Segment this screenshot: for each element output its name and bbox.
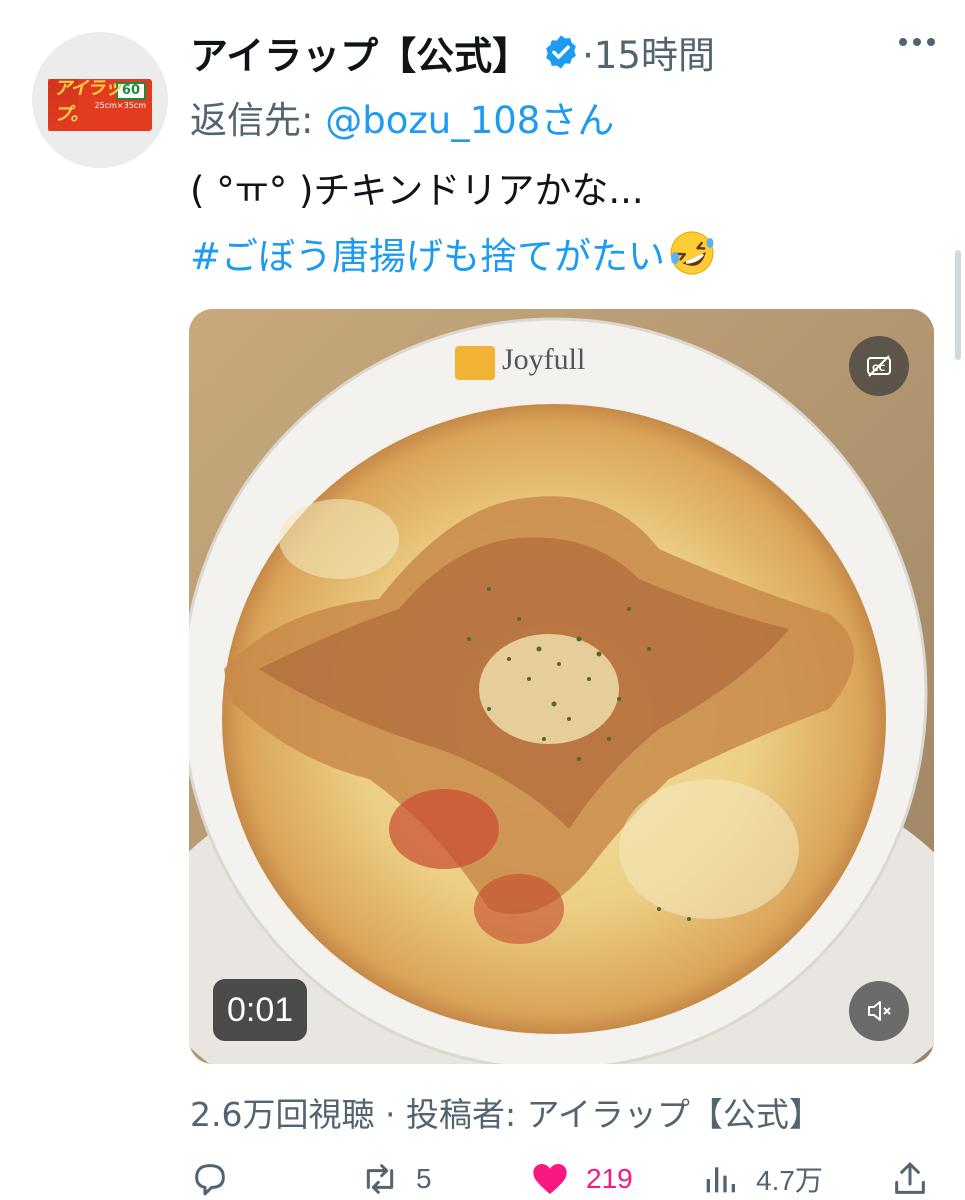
captions-off-icon[interactable]: CC — [849, 336, 909, 396]
views-count: 4.7万 — [756, 1165, 823, 1196]
share-button[interactable] — [890, 1158, 930, 1200]
author-name[interactable]: アイラップ【公式】 — [190, 25, 530, 80]
hashtag-link[interactable]: #ごぼう唐揚げも捨てがたい — [190, 226, 665, 280]
like-button[interactable]: 219 — [530, 1158, 633, 1200]
retweet-button[interactable]: 5 — [360, 1158, 432, 1200]
food-photo: Joyfull — [189, 309, 934, 1064]
avatar-logo-text: アイラップ。 — [54, 78, 122, 125]
reply-to-handle[interactable]: @bozu_108さん — [325, 99, 614, 142]
action-bar: 5 219 4.7万 — [190, 1158, 930, 1200]
retweet-count: 5 — [416, 1163, 432, 1194]
rolling-on-floor-laughing-emoji-icon — [670, 231, 714, 275]
like-count: 219 — [586, 1163, 633, 1194]
share-icon — [895, 1162, 925, 1194]
avatar-product-box: 60 25cm×35cm アイラップ。 — [48, 78, 152, 131]
heart-icon — [533, 1164, 567, 1194]
tweet-video[interactable]: Joyfull CC 0:01 — [189, 309, 934, 1064]
tweet-hashtag-line: #ごぼう唐揚げも捨てがたい — [190, 226, 717, 280]
retweet-icon — [366, 1164, 394, 1194]
author-avatar[interactable]: 60 25cm×35cm アイラップ。 — [32, 32, 168, 168]
post-time[interactable]: ·15時間 — [582, 25, 715, 79]
views-button[interactable]: 4.7万 — [700, 1158, 823, 1200]
more-options-icon[interactable] — [899, 38, 935, 46]
view-count-line: 2.6万回視聴 · 投稿者: アイラップ【公式】 — [190, 1095, 822, 1134]
reply-button[interactable] — [190, 1158, 246, 1200]
views-chart-icon — [706, 1167, 735, 1193]
verified-badge-icon — [546, 35, 576, 69]
reply-to-line: 返信先: @bozu_108さん — [190, 90, 614, 144]
scrollbar[interactable] — [955, 250, 961, 360]
reply-to-label: 返信先: — [190, 99, 326, 142]
plate-brand-text: Joyfull — [502, 343, 585, 376]
tweet-header: アイラップ【公式】 ·15時間 — [190, 22, 715, 82]
muted-speaker-icon[interactable] — [849, 981, 909, 1041]
reply-icon — [195, 1164, 225, 1196]
video-elapsed-time: 0:01 — [213, 979, 308, 1041]
tweet-text: ( °ㅠ° )チキンドリアかな... — [190, 169, 644, 212]
